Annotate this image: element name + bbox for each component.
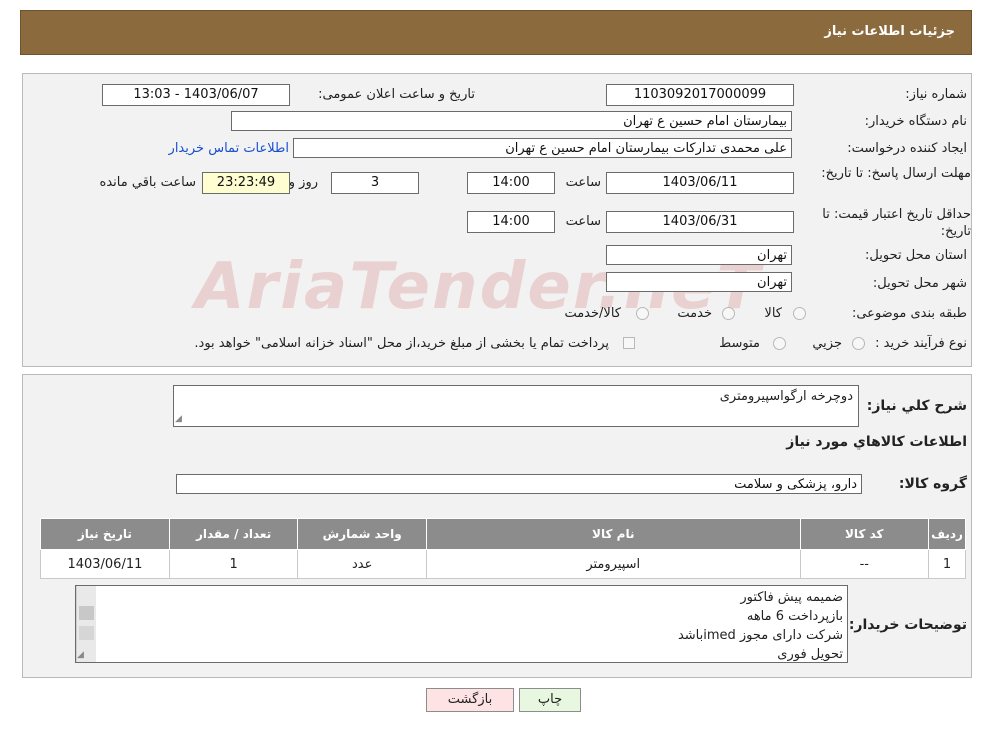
price-validity-label-text: حداقل تاریخ اعتبار قیمت: تا تاریخ: (822, 207, 971, 239)
page-header: جزئیات اطلاعات نیاز (20, 10, 972, 55)
reply-date-field[interactable]: 1403/06/11 (606, 172, 794, 194)
cell-qty: 1 (168, 549, 299, 579)
city-field[interactable]: تهران (606, 272, 792, 292)
reply-deadline-label: مهلت ارسال پاسخ: تا تاریخ: (821, 165, 971, 182)
reply-deadline-label-text: مهلت ارسال پاسخ: تا تاریخ: (821, 166, 971, 181)
summary-value: دوچرخه ارگواسپیرومتری (719, 389, 853, 404)
col-qty: تعداد / مقدار (168, 518, 299, 550)
back-button[interactable]: بازگشت (426, 688, 514, 712)
resize-grip-icon[interactable]: ◢ (77, 650, 87, 660)
purchase-minor-label: جزیي (812, 336, 842, 351)
summary-field[interactable]: دوچرخه ارگواسپیرومتری (173, 385, 859, 427)
note-line: تحویل فوری (777, 647, 843, 662)
need-number-field[interactable]: 1103092017000099 (606, 84, 794, 106)
category-label: طبقه بندی موضوعی: (851, 306, 967, 321)
scroll-thumb[interactable] (79, 606, 94, 620)
note-line: شرکت دارای مجوز imedباشد (677, 628, 843, 643)
remaining-label: ساعت باقي مانده (99, 175, 196, 190)
cell-row: 1 (928, 549, 966, 579)
items-title: اطلاعات کالاهاي مورد نیاز (786, 434, 967, 450)
items-table-header: ردیف کد کالا نام کالا واحد شمارش تعداد /… (40, 518, 966, 550)
validity-time-field[interactable]: 14:00 (467, 211, 555, 233)
price-validity-label: حداقل تاریخ اعتبار قیمت: تا تاریخ: (811, 206, 971, 240)
city-label: شهر محل تحویل: (872, 276, 967, 291)
treasury-note: پرداخت تمام یا بخشی از مبلغ خرید،از محل … (194, 336, 609, 351)
remaining-time-field: 23:23:49 (202, 172, 290, 194)
category-goods-radio[interactable] (793, 307, 806, 320)
col-name: نام کالا (426, 518, 801, 550)
cell-unit: عدد (297, 549, 427, 579)
buyer-contact-link[interactable]: اطلاعات تماس خریدار (169, 141, 289, 156)
buyer-org-field[interactable]: بیمارستان امام حسین ع تهران (231, 111, 792, 131)
validity-date-field[interactable]: 1403/06/31 (606, 211, 794, 233)
print-button[interactable]: چاپ (519, 688, 581, 712)
purchase-type-label: نوع فرآیند خرید : (875, 336, 967, 351)
scroll-track-piece (79, 626, 94, 640)
purchase-minor-radio[interactable] (852, 337, 865, 350)
days-label: روز و (288, 175, 318, 190)
category-both-label: کالا/خدمت (564, 306, 621, 321)
cell-name: اسپیرومتر (426, 549, 801, 579)
buyer-org-label: نام دستگاه خریدار: (864, 114, 967, 129)
col-code: کد کالا (799, 518, 930, 550)
buyer-notes-field[interactable]: ضمیمه پیش فاکتور بازپرداخت 6 ماهه شرکت د… (75, 585, 848, 663)
buyer-notes-label: توضیحات خریدار: (848, 617, 967, 633)
need-number-label: شماره نیاز: (905, 87, 967, 102)
reply-time-field[interactable]: 14:00 (467, 172, 555, 194)
goods-group-label: گروه کالا: (898, 476, 967, 492)
days-field[interactable]: 3 (331, 172, 419, 194)
purchase-medium-radio[interactable] (773, 337, 786, 350)
purchase-medium-label: متوسط (719, 336, 760, 351)
goods-group-field[interactable]: دارو، پزشکی و سلامت (176, 474, 862, 494)
reply-time-label: ساعت (565, 175, 601, 190)
cell-code: -- (799, 549, 930, 579)
category-goods-label: کالا (764, 306, 782, 321)
treasury-checkbox[interactable] (623, 337, 635, 349)
category-both-radio[interactable] (636, 307, 649, 320)
col-unit: واحد شمارش (297, 518, 427, 550)
announce-field[interactable]: 1403/06/07 - 13:03 (102, 84, 290, 106)
summary-label: شرح کلي نیاز: (866, 398, 967, 414)
table-row[interactable]: 1 -- اسپیرومتر عدد 1 1403/06/11 (40, 549, 966, 579)
cell-date: 1403/06/11 (40, 549, 170, 579)
col-date: تاریخ نیاز (40, 518, 170, 550)
resize-grip-icon[interactable]: ◢ (175, 414, 185, 424)
col-row: ردیف (928, 518, 966, 550)
category-service-radio[interactable] (722, 307, 735, 320)
note-line: بازپرداخت 6 ماهه (746, 609, 843, 624)
creator-field[interactable]: علی محمدی تدارکات بیمارستان امام حسین ع … (293, 138, 792, 158)
validity-time-label: ساعت (565, 214, 601, 229)
province-label: استان محل تحویل: (865, 248, 967, 263)
items-table: ردیف کد کالا نام کالا واحد شمارش تعداد /… (40, 518, 966, 579)
province-field[interactable]: تهران (606, 245, 792, 265)
creator-label: ایجاد کننده درخواست: (847, 141, 967, 156)
announce-label: تاریخ و ساعت اعلان عمومی: (318, 87, 475, 102)
note-line: ضمیمه پیش فاکتور (740, 590, 843, 605)
page-title: جزئیات اطلاعات نیاز (824, 24, 955, 39)
category-service-label: خدمت (677, 306, 712, 321)
